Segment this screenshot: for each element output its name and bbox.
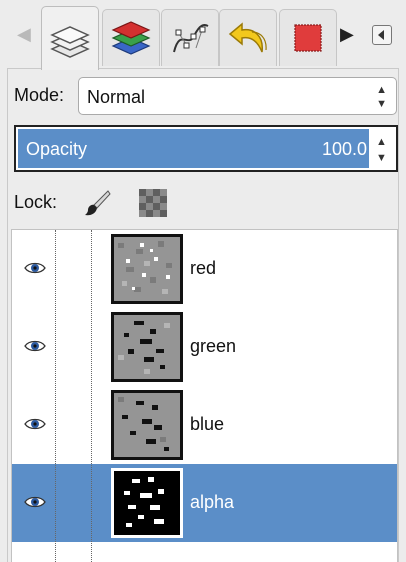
layer-thumbnail <box>111 468 183 538</box>
layer-row-alpha[interactable]: alpha <box>12 464 397 542</box>
tree-guide-line <box>91 230 92 562</box>
opacity-value: 100.0 <box>321 139 367 159</box>
eye-visibility-icon[interactable] <box>24 261 46 275</box>
chevron-up-icon: ▲ <box>376 84 387 96</box>
opacity-up-icon[interactable]: ▲ <box>376 137 387 148</box>
opacity-slider[interactable]: Opacity 100.0 ▲ ▼ <box>14 125 398 172</box>
eye-visibility-icon[interactable] <box>24 339 46 353</box>
paths-tab-icon <box>173 24 209 53</box>
mode-label: Mode: <box>14 85 65 105</box>
layer-name[interactable]: green <box>190 336 236 357</box>
mode-value: Normal <box>87 87 146 107</box>
tab-colormap[interactable] <box>279 9 337 66</box>
lock-alpha-icon[interactable] <box>138 188 168 218</box>
layer-thumbnail <box>111 234 183 304</box>
opacity-label: Opacity <box>26 139 88 159</box>
eye-visibility-icon[interactable] <box>24 417 46 431</box>
tab-menu-button[interactable] <box>372 25 392 45</box>
layers-tab-icon <box>50 25 90 58</box>
tabs-scroll-left-icon[interactable]: ◀ <box>17 24 31 45</box>
opacity-down-icon[interactable]: ▼ <box>376 153 387 164</box>
layers-list: red green blue alpha <box>11 229 398 562</box>
layer-name[interactable]: blue <box>190 414 224 435</box>
tab-layers[interactable] <box>41 6 99 70</box>
lock-label: Lock: <box>14 192 58 212</box>
lock-pixels-icon[interactable] <box>82 188 112 218</box>
layer-row-blue[interactable]: blue <box>12 386 397 464</box>
layers-panel: Mode: Normal ▲ ▼ Opacity 100.0 ▲ ▼ Lock: <box>7 68 399 562</box>
mode-select[interactable]: Normal ▲ ▼ <box>78 77 397 115</box>
opacity-spin-buttons[interactable]: ▲ ▼ <box>369 129 394 168</box>
layer-row-red[interactable]: red <box>12 230 397 308</box>
tab-channels[interactable] <box>102 9 160 66</box>
layer-row-green[interactable]: green <box>12 308 397 386</box>
tab-undo-history[interactable] <box>219 9 277 66</box>
colormap-tab-icon <box>294 24 322 52</box>
eye-visibility-icon[interactable] <box>24 495 46 509</box>
tab-paths[interactable] <box>161 9 219 66</box>
layer-thumbnail <box>111 312 183 382</box>
dock-tab-bar: ◀ ▶ <box>0 0 406 70</box>
layer-thumbnail <box>111 390 183 460</box>
undo-history-tab-icon <box>228 22 267 53</box>
channels-tab-icon <box>111 21 151 55</box>
tabs-scroll-right-icon[interactable]: ▶ <box>340 24 354 45</box>
layer-name[interactable]: red <box>190 258 216 279</box>
layer-name[interactable]: alpha <box>190 492 234 513</box>
chevron-down-icon: ▼ <box>376 98 387 110</box>
tree-guide-line <box>55 230 56 562</box>
